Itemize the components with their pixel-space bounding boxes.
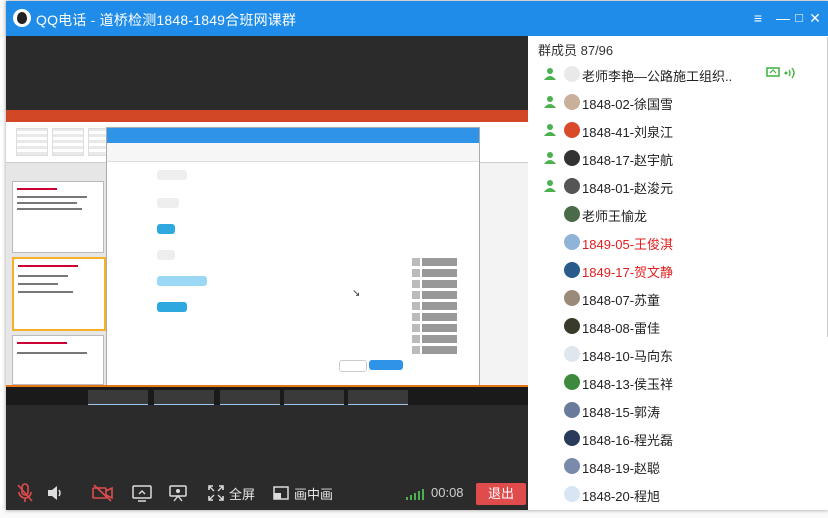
member-row[interactable]: 1848-15-郭涛: [528, 396, 828, 424]
speaking-user-icon: [543, 67, 557, 81]
member-name: 1849-17-贺文静: [582, 265, 674, 280]
share-screen-button[interactable]: [132, 476, 152, 510]
member-name: 1849-05-王俊淇: [582, 237, 674, 252]
member-name: 1848-01-赵浚元: [582, 181, 674, 196]
member-name: 1848-08-雷佳: [582, 321, 661, 336]
title-bar: QQ电话 - 道桥检测1848-1849合班网课群 ≡ — □ ✕: [6, 1, 828, 36]
exit-call-button[interactable]: 退出: [476, 483, 526, 505]
avatar: [564, 486, 580, 502]
shared-screen: ↘: [6, 110, 528, 405]
network-signal-icon: [406, 488, 424, 500]
avatar: [564, 178, 580, 194]
member-name: 1848-10-马向东: [582, 349, 674, 364]
member-row[interactable]: 1848-16-程光磊: [528, 424, 828, 452]
screen-share-stage: ↘: [6, 36, 528, 476]
member-panel: 群成员 87/96 老师李艳—公路施工组织... 1848-02-徐国雪 1848-…: [528, 36, 828, 510]
close-button[interactable]: ✕: [804, 7, 826, 29]
pip-label: 画中画: [294, 486, 334, 502]
member-row[interactable]: 1848-10-马向东: [528, 340, 828, 368]
shared-cursor-icon: ↘: [352, 288, 361, 299]
picture-in-picture-button[interactable]: 画中画: [273, 476, 333, 510]
avatar: [564, 234, 580, 250]
mic-off-icon: [17, 483, 33, 502]
window-title: QQ电话 - 道桥检测1848-1849合班网课群: [36, 12, 297, 28]
member-row[interactable]: 1848-07-苏童: [528, 284, 828, 312]
avatar: [564, 94, 580, 110]
qq-call-window: QQ电话 - 道桥检测1848-1849合班网课群 ≡ — □ ✕ ↘ 全屏 画…: [6, 1, 828, 510]
member-row[interactable]: 1848-19-赵聪: [528, 452, 828, 480]
avatar: [564, 122, 580, 138]
fullscreen-label: 全屏: [229, 486, 256, 502]
screen-share-icon: [132, 485, 152, 502]
menu-button[interactable]: ≡: [747, 7, 769, 29]
speaker-button[interactable]: [46, 476, 64, 510]
member-name: 1848-41-刘泉江: [582, 125, 674, 140]
qq-logo-icon: [13, 9, 31, 27]
member-row[interactable]: 1848-08-雷佳: [528, 312, 828, 340]
member-name: 1848-17-赵宇航: [582, 153, 674, 168]
shared-qq-chat: [106, 127, 480, 386]
pip-icon: [273, 486, 289, 500]
speaking-user-icon: [543, 151, 557, 165]
camera-off-icon: [92, 484, 113, 502]
member-name: 老师王愉龙: [582, 209, 648, 224]
avatar: [564, 430, 580, 446]
avatar: [564, 346, 580, 362]
camera-off-button[interactable]: [92, 476, 114, 510]
member-row[interactable]: 老师李艳—公路施工组织...: [528, 60, 828, 88]
member-row[interactable]: 1848-01-赵浚元: [528, 172, 828, 200]
avatar: [564, 262, 580, 278]
member-row[interactable]: 1848-41-刘泉江: [528, 116, 828, 144]
member-count: 群成员 87/96: [538, 43, 614, 58]
fullscreen-icon: [208, 485, 224, 501]
avatar: [564, 206, 580, 222]
member-row[interactable]: 1848-20-程旭: [528, 480, 828, 508]
speaking-user-icon: [543, 95, 557, 109]
presentation-icon: [169, 485, 187, 502]
member-name: 1848-15-郭涛: [582, 405, 661, 420]
audio-wave-icon: [784, 67, 795, 79]
avatar: [564, 374, 580, 390]
speaking-user-icon: [543, 123, 557, 137]
call-timer: 00:08: [431, 485, 464, 500]
member-name: 老师李艳—公路施工组织...: [582, 69, 732, 84]
call-controls: 全屏 画中画 00:08 退出: [6, 476, 528, 510]
mute-mic-button[interactable]: [16, 476, 34, 510]
shared-ppt-slides: [6, 163, 106, 385]
member-row[interactable]: 老师王愉龙: [528, 200, 828, 228]
sharing-indicator: [766, 67, 796, 79]
avatar: [564, 402, 580, 418]
member-name: 1848-20-程旭: [582, 489, 661, 504]
member-list: 老师李艳—公路施工组织... 1848-02-徐国雪 1848-41-刘泉江 1848…: [528, 60, 828, 508]
member-name: 1848-19-赵聪: [582, 461, 661, 476]
avatar: [564, 150, 580, 166]
member-name: 1848-16-程光磊: [582, 433, 674, 448]
member-row[interactable]: 1848-13-侯玉祥: [528, 368, 828, 396]
shared-taskbar: [6, 385, 528, 405]
screen-sharing-icon: [766, 67, 780, 77]
speaking-user-icon: [543, 179, 557, 193]
speaker-icon: [48, 486, 61, 500]
demo-button[interactable]: [168, 476, 188, 510]
member-row[interactable]: 1848-02-徐国雪: [528, 88, 828, 116]
member-row[interactable]: 1848-17-赵宇航: [528, 144, 828, 172]
avatar: [564, 318, 580, 334]
fullscreen-button[interactable]: 全屏: [208, 476, 255, 510]
member-row[interactable]: 1849-17-贺文静: [528, 256, 828, 284]
member-name: 1848-07-苏童: [582, 293, 661, 308]
avatar: [564, 290, 580, 306]
member-name: 1848-13-侯玉祥: [582, 377, 674, 392]
member-name: 1848-02-徐国雪: [582, 97, 674, 112]
member-row[interactable]: 1849-05-王俊淇: [528, 228, 828, 256]
avatar: [564, 458, 580, 474]
avatar: [564, 66, 580, 82]
